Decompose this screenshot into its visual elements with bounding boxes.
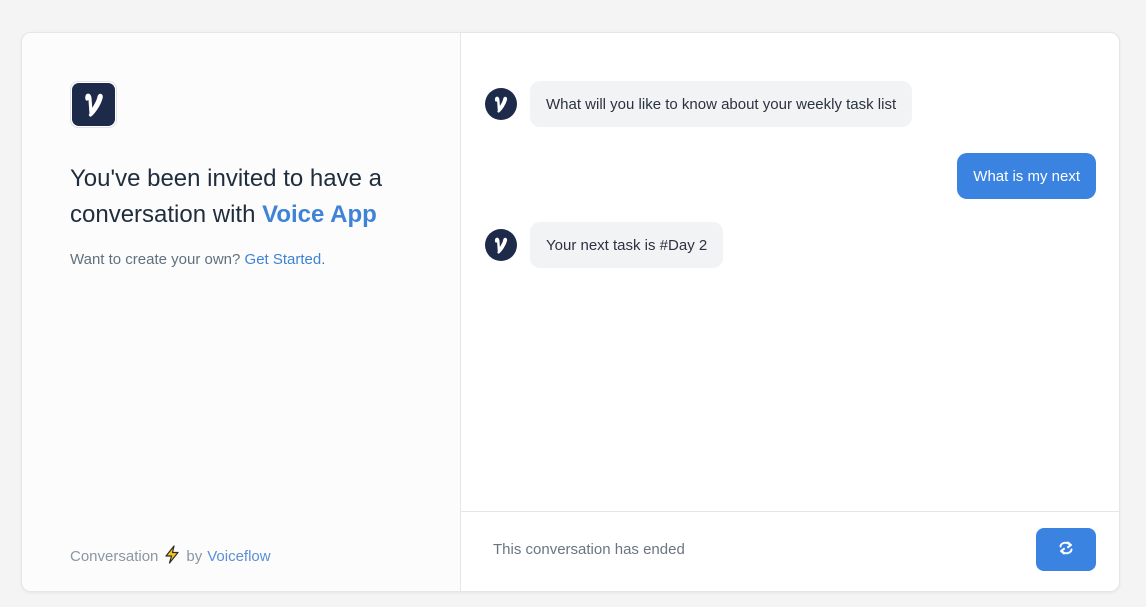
footer-prefix: Conversation [70, 548, 159, 565]
app-logo [70, 81, 117, 128]
bot-avatar-icon [485, 88, 517, 120]
cta-prefix: Want to create your own? [70, 251, 245, 268]
invite-heading: You've been invited to have a conversati… [70, 161, 430, 233]
get-started-link[interactable]: Get Started [245, 251, 322, 268]
cta-suffix: . [321, 251, 326, 268]
footer-by: by [186, 548, 203, 565]
lightning-bolt-icon [163, 545, 181, 568]
conversation-card: You've been invited to have a conversati… [21, 32, 1120, 592]
conversation-ended-status: This conversation has ended [493, 541, 685, 558]
voiceflow-link[interactable]: Voiceflow [207, 548, 270, 565]
bot-avatar-icon [485, 229, 517, 261]
bot-message: Your next task is #Day 2 [485, 222, 724, 268]
restart-icon [1058, 540, 1074, 559]
invite-panel: You've been invited to have a conversati… [22, 33, 461, 591]
app-name: Voice App [262, 201, 377, 228]
bot-message: What will you like to know about your we… [485, 81, 913, 127]
powered-by-footer: Conversation by Voiceflow [70, 545, 271, 568]
bot-message-bubble: Your next task is #Day 2 [530, 222, 724, 268]
bot-message-bubble: What will you like to know about your we… [530, 81, 913, 127]
voiceflow-v-logo-icon [72, 83, 115, 126]
restart-button[interactable] [1036, 528, 1096, 571]
chat-panel: What will you like to know about your we… [461, 33, 1119, 591]
chat-footer: This conversation has ended [461, 511, 1119, 591]
create-own-text: Want to create your own? Get Started. [70, 251, 325, 268]
user-message-bubble: What is my next [957, 153, 1096, 199]
